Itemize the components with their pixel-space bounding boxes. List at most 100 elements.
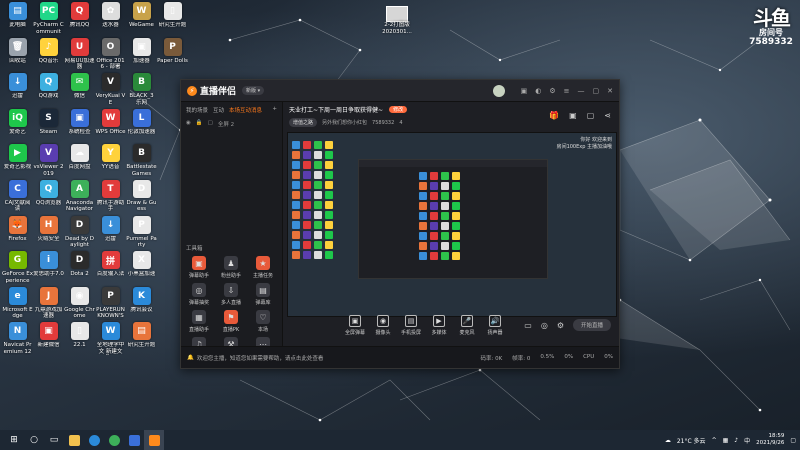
desktop-icon[interactable]: Q QQ浏览器	[33, 178, 64, 214]
desktop-icon[interactable]: 拼百度输入法	[95, 249, 126, 285]
tray-up-icon[interactable]: ^	[712, 437, 717, 444]
network-icon[interactable]: ▦	[723, 437, 729, 444]
screen-icon[interactable]: ▢	[208, 120, 213, 128]
desktop-icon[interactable]: 🦊 Firefox	[2, 214, 33, 250]
source-button[interactable]: ◉ 摄像头	[369, 314, 397, 336]
desktop-icon[interactable]: D Dead by Daylight	[64, 214, 95, 250]
desktop-icon[interactable]: D Dota 2	[64, 249, 95, 285]
lock-icon[interactable]: 🔒	[196, 120, 203, 128]
source-button[interactable]: ▶ 多媒体	[425, 314, 453, 336]
desktop-icon[interactable]: W全地理学中文 新建文件...	[95, 320, 126, 356]
desktop-icon[interactable]: Q QQ游戏	[33, 71, 64, 107]
category-chip[interactable]: 增值之路	[289, 118, 318, 127]
desktop-icon[interactable]: ▶ 爱奇艺影视	[2, 142, 33, 178]
desktop-icon[interactable]: i 爱思助手7.0	[33, 249, 64, 285]
desktop-icon[interactable]: ▣ 系统检查	[64, 107, 95, 143]
edit-title-button[interactable]: 修改	[389, 106, 408, 113]
tab-interaction[interactable]: 互动	[213, 106, 224, 114]
skin-icon[interactable]: ◐	[535, 87, 541, 95]
desktop-icon[interactable]: e Microsoft Edge	[2, 285, 33, 321]
desktop-icon[interactable]: C CAJ文献阅读	[2, 178, 33, 214]
user-avatar[interactable]	[492, 84, 505, 97]
desktop-icon[interactable]: W WPS Office	[95, 107, 126, 143]
input-lang[interactable]: 中	[744, 436, 750, 445]
search-icon[interactable]: ○	[24, 430, 44, 450]
settings-icon[interactable]: ⚙	[557, 321, 564, 330]
desktop-icon[interactable]: ↓ 迅雷	[2, 71, 33, 107]
desktop-icon[interactable]: P Pummel Party	[126, 214, 157, 250]
desktop-icon[interactable]: ▤ 此电脑	[2, 0, 33, 36]
desktop-icon[interactable]: S Steam	[33, 107, 64, 143]
desktop-icon[interactable]: ✉ 微信	[64, 71, 95, 107]
toolbox-item[interactable]: ◎ 弹幕抽奖	[183, 283, 215, 306]
desktop-icon[interactable]: 🗑 回收站	[2, 36, 33, 72]
toolbox-item[interactable]: ⇩ 多人直播	[215, 283, 247, 306]
maximize-icon[interactable]: ▢	[593, 87, 600, 95]
volume-icon[interactable]: ♪	[734, 437, 738, 444]
desktop-icon[interactable]: W WeGame	[126, 0, 157, 36]
bag-icon[interactable]: ▣	[569, 111, 577, 120]
stream-preview[interactable]: 你好 欢迎来到 房间100Exp 主播加油哦	[287, 132, 617, 317]
weather-text[interactable]: 21°C 多云	[677, 436, 706, 445]
edge-icon[interactable]	[84, 430, 104, 450]
chrome-icon[interactable]	[104, 430, 124, 450]
eye-icon[interactable]: ◎	[541, 321, 548, 330]
desktop-icon[interactable]: A Anaconda Navigator	[64, 178, 95, 214]
menu-icon[interactable]: ≡	[564, 87, 570, 95]
message-icon[interactable]: ▣	[521, 87, 528, 95]
desktop-icon[interactable]: V VeryKuai VE	[95, 71, 126, 107]
source-button[interactable]: ▣ 全屏弹幕	[341, 314, 369, 336]
close-icon[interactable]: ✕	[607, 87, 613, 95]
desktop-icon[interactable]: D Draw & Guess	[126, 178, 157, 214]
share-icon[interactable]: ⋖	[604, 111, 611, 120]
desktop-icon[interactable]: ▯ 22.1	[64, 320, 95, 356]
eye-icon[interactable]: ◉	[186, 120, 191, 128]
desktop-icon[interactable]: ✿ 送水器	[95, 0, 126, 36]
tab-scenes[interactable]: 我的场景	[186, 106, 208, 114]
toolbox-item[interactable]: ▦ 直播助手	[183, 310, 215, 333]
desktop-icon[interactable]: ♪ QQ音乐	[33, 36, 64, 72]
weather-icon[interactable]: ☁	[665, 437, 671, 444]
desktop-icon[interactable]: T 腾讯手游助手	[95, 178, 126, 214]
desktop-icon[interactable]: ↓ 迅雷	[95, 214, 126, 250]
add-icon[interactable]: +	[272, 106, 277, 114]
desktop-icon[interactable]: Y YY语音	[95, 142, 126, 178]
source-button[interactable]: 🔊 扬声器	[481, 314, 509, 336]
start-icon[interactable]: ⊞	[4, 430, 24, 450]
gift-icon[interactable]: 🎁	[549, 111, 559, 120]
desktop-icon[interactable]: G GeForce Experience	[2, 249, 33, 285]
desktop-icon[interactable]: P Paper Dolls	[157, 36, 188, 72]
version-dropdown[interactable]: 新版 ▾	[242, 86, 265, 95]
desktop-icon[interactable]: ◉ Google Chrome	[64, 285, 95, 321]
toolbox-item[interactable]: ▣ 弹幕助手	[183, 256, 215, 279]
settings-icon[interactable]: ⚙	[549, 87, 555, 95]
desktop-icon[interactable]: VvsViewer 2019	[33, 142, 64, 178]
live-companion-taskbar-icon[interactable]	[144, 430, 164, 450]
desktop-folder-item[interactable]: 2-2打图版 2020301...	[380, 6, 414, 36]
camera-icon[interactable]: ▭	[524, 321, 532, 330]
desktop-icon[interactable]: L 伦敦加速器	[126, 107, 157, 143]
toolbox-item[interactable]: ♟ 粉丝助手	[215, 256, 247, 279]
desktop-icon[interactable]: PPLAYERUNKNOWN'S BATTLEGR...	[95, 285, 126, 321]
status-notice[interactable]: 欢迎您主播，知道您如果需要帮助，请点击此处查看	[197, 354, 324, 362]
desktop-icon[interactable]: J 九鼎游戏加速器	[33, 285, 64, 321]
desktop-icon[interactable]: N Navicat Premium 12	[2, 320, 33, 356]
desktop-icon[interactable]: iQ 爱奇艺	[2, 107, 33, 143]
desktop-icon[interactable]: B Battlestate Games	[126, 142, 157, 178]
desktop-icon[interactable]: K 腾讯会议	[126, 285, 157, 321]
desktop-icon[interactable]: PC PyCharm Community...	[33, 0, 64, 36]
desktop-icon[interactable]: X 小黑盒加速	[126, 249, 157, 285]
notification-icon[interactable]: ▢	[790, 437, 796, 444]
stream-title[interactable]: 天业打工~下周一周日争取获得健~	[289, 105, 383, 114]
desktop-icon[interactable]: Q 腾讯QQ	[64, 0, 95, 36]
task-view-icon[interactable]: ▭	[44, 430, 64, 450]
desktop-icon[interactable]: H 火绒安全	[33, 214, 64, 250]
toolbox-item[interactable]: ⚑ 直播PK	[215, 310, 247, 333]
screen-icon[interactable]: ▢	[587, 111, 595, 120]
source-button[interactable]: ▤ 手机投屏	[397, 314, 425, 336]
source-button[interactable]: 🎤 麦克风	[453, 314, 481, 336]
tab-session-messages[interactable]: 本场互动消息	[229, 106, 262, 114]
store-icon[interactable]	[124, 430, 144, 450]
desktop-icon[interactable]: O Office 2016 - 部署	[95, 36, 126, 72]
explorer-icon[interactable]	[64, 430, 84, 450]
